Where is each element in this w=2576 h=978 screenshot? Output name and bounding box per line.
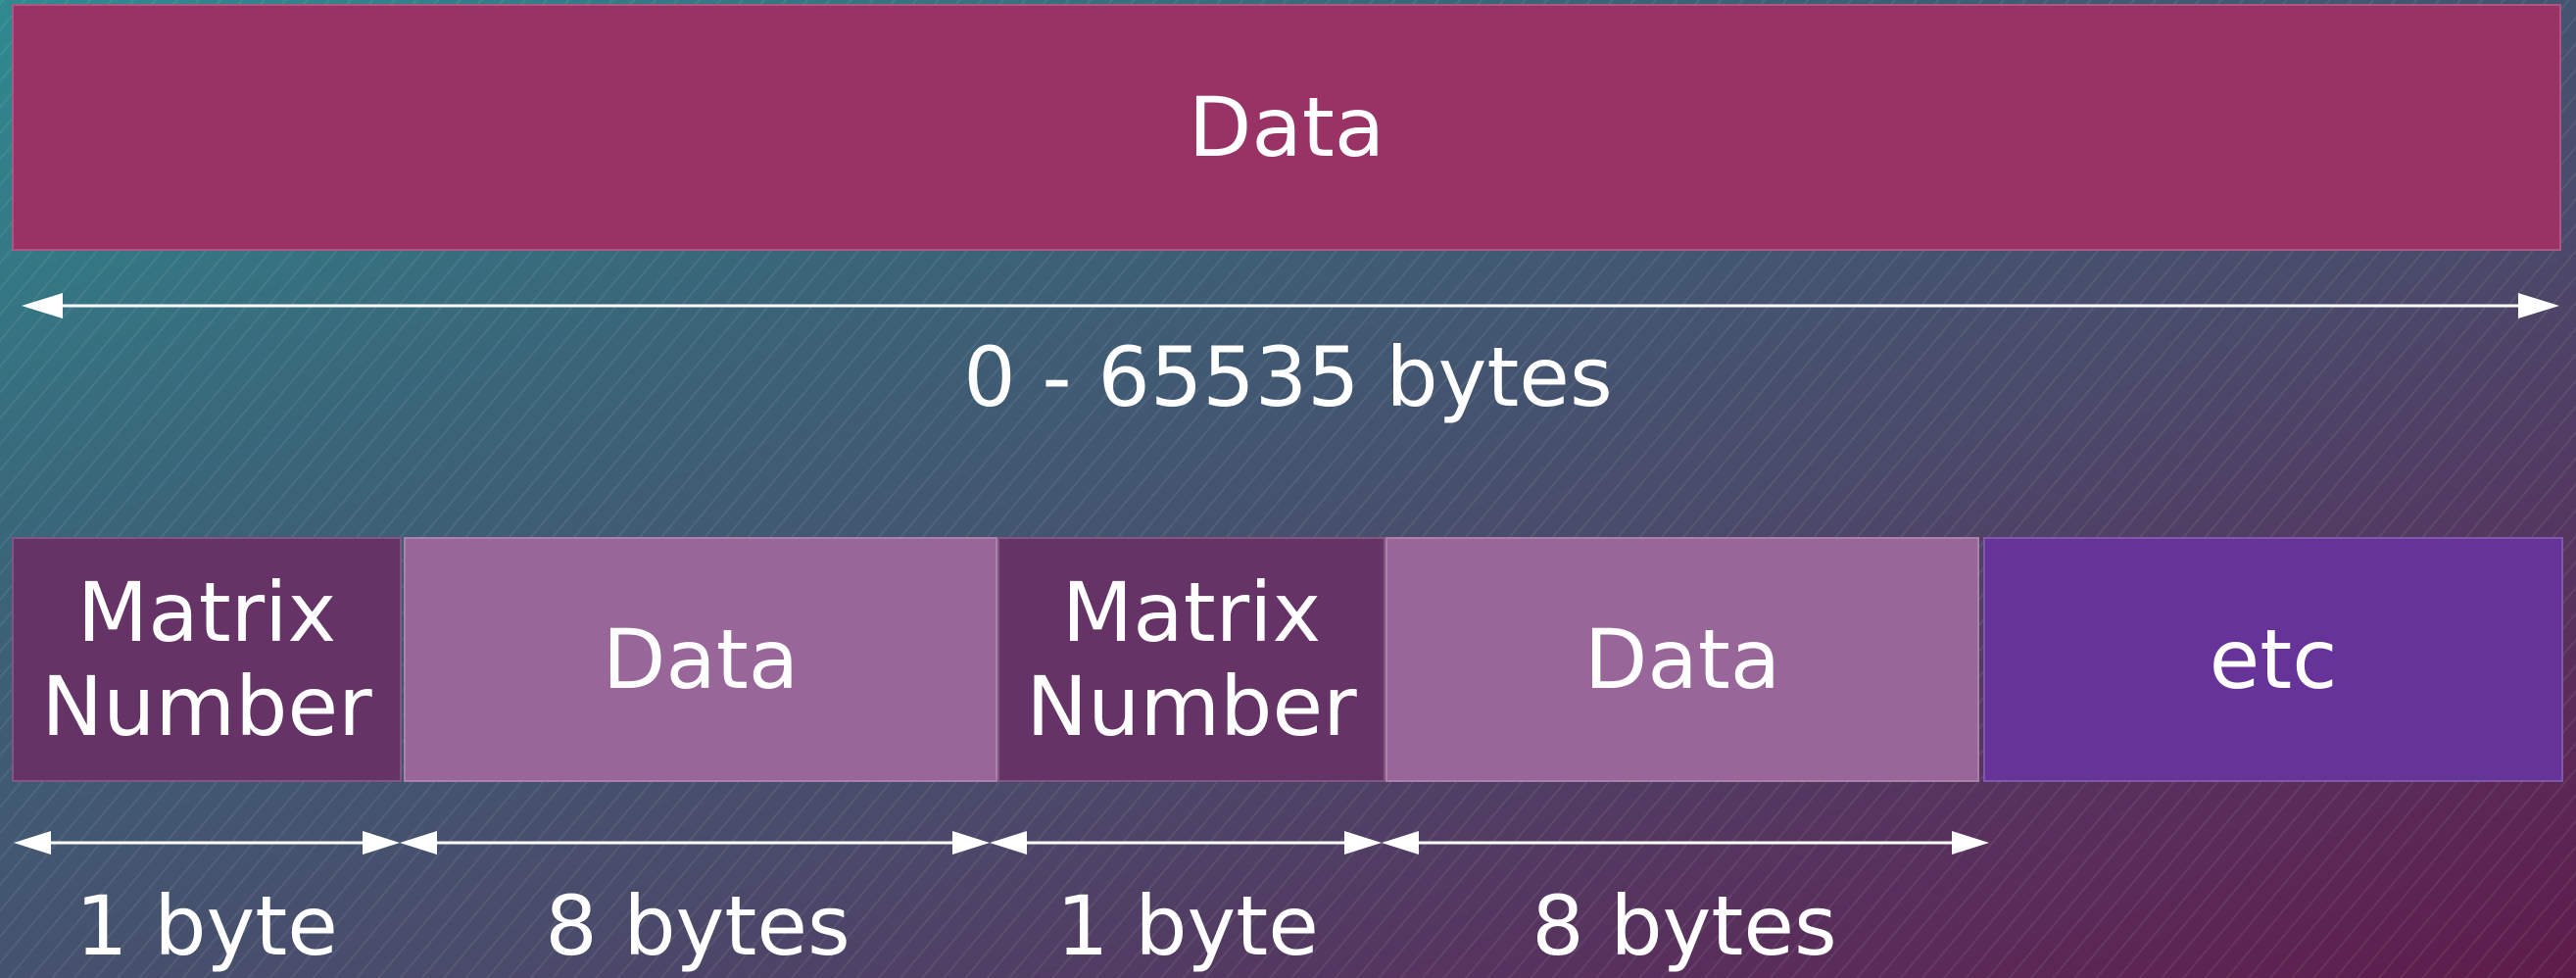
segment-size-label-2: 8 bytes: [545, 878, 851, 974]
segment-arrow-4: [1382, 831, 1989, 855]
segment-matrix-number-1: Matrix Number: [12, 537, 402, 782]
total-size-arrow: [22, 293, 2559, 318]
segment-matrix-number-2: Matrix Number: [997, 537, 1385, 782]
size-arrows: [14, 293, 2559, 855]
segment-arrow-1: [14, 831, 400, 855]
segment-data-2: Data: [1385, 537, 1979, 782]
segment-label: Data: [1583, 611, 1781, 708]
segment-data-1: Data: [404, 537, 997, 782]
segment-label-line2: Number: [1026, 659, 1357, 755]
segment-etc: etc: [1983, 537, 2563, 782]
segment-label-line1: Matrix: [1061, 564, 1322, 660]
segment-label-line2: Number: [41, 659, 372, 755]
segment-size-label-3: 1 byte: [1056, 878, 1319, 974]
segment-size-label-1: 1 byte: [75, 878, 338, 974]
segment-arrow-3: [990, 831, 1382, 855]
segment-size-label-4: 8 bytes: [1531, 878, 1837, 974]
total-size-label: 0 - 65535 bytes: [963, 329, 1613, 425]
segment-label: etc: [2209, 611, 2338, 708]
segment-label-line1: Matrix: [76, 564, 337, 660]
segment-label: Data: [602, 611, 800, 708]
segment-arrow-2: [400, 831, 990, 855]
